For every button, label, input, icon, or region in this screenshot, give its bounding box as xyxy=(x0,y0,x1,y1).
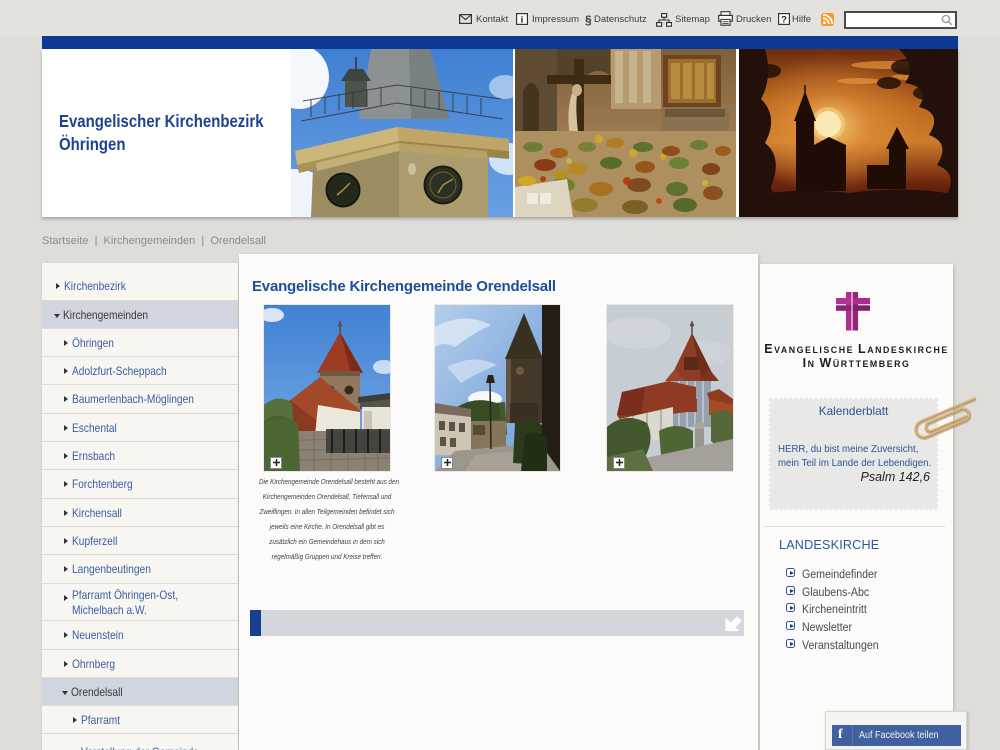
svg-text:?: ? xyxy=(781,15,787,25)
svg-text:i: i xyxy=(521,15,524,25)
